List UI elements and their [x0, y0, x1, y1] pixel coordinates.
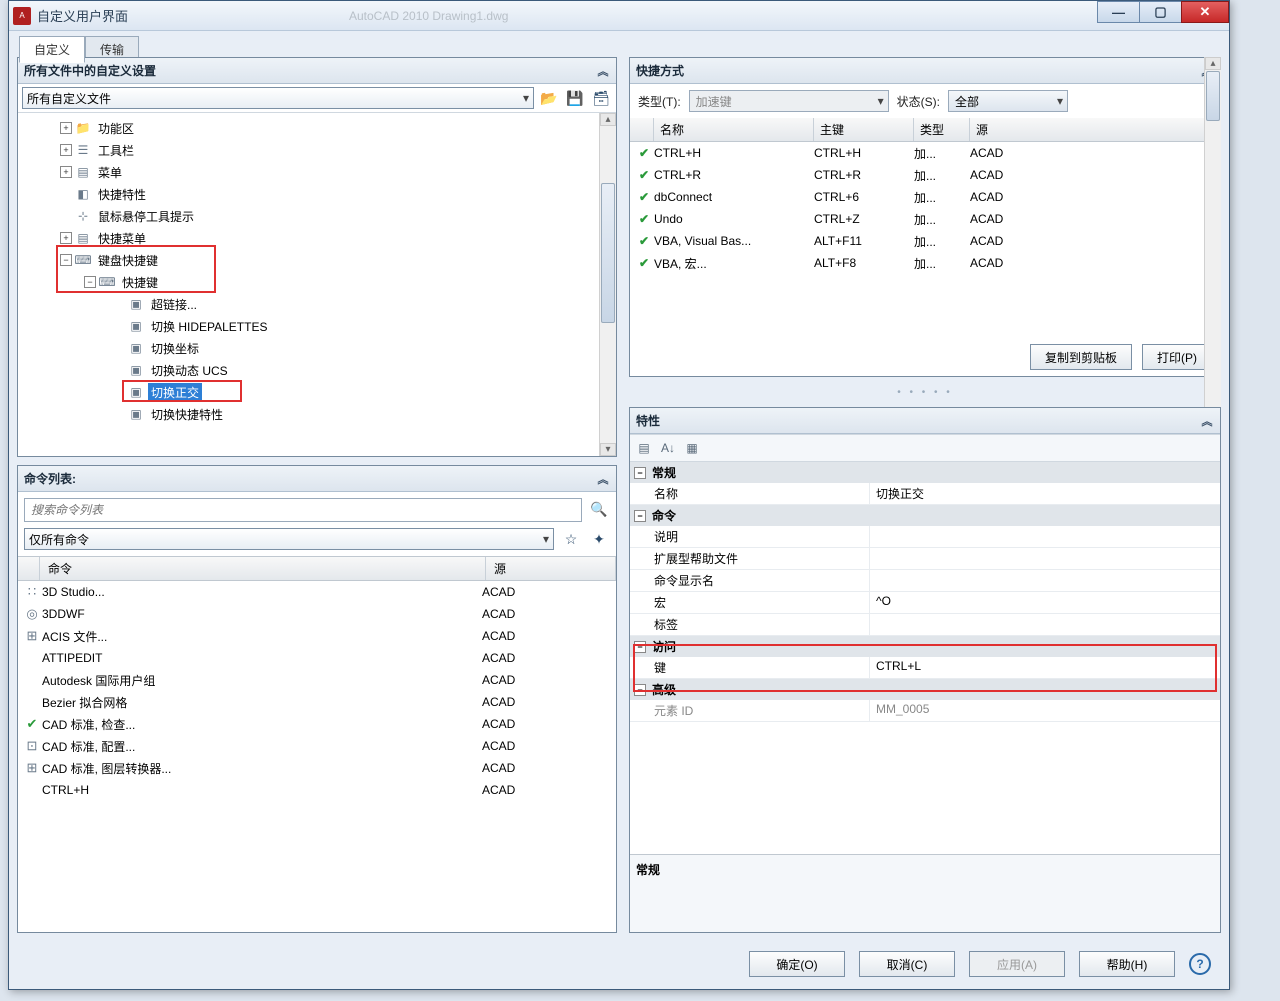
prop-tag-value[interactable] [870, 614, 1220, 635]
property-description: 常规 [630, 854, 1220, 932]
cui-file-select[interactable]: 所有自定义文件 [22, 87, 534, 109]
command-row[interactable]: ✔CAD 标准, 检查...ACAD [18, 713, 616, 735]
new-command-icon[interactable]: ✦ [588, 528, 610, 550]
command-list-panel: 命令列表: 🔍 仅所有命令 ☆ ✦ 命令 源 ∷3D Studio.. [17, 465, 617, 933]
state-label: 状态(S): [897, 93, 940, 110]
command-row[interactable]: Bezier 拟合网格ACAD [18, 691, 616, 713]
minimize-button[interactable]: — [1097, 1, 1139, 23]
prop-elemid-value: MM_0005 [870, 700, 1220, 721]
shortcuts-title: 快捷方式 [636, 62, 684, 79]
customizations-title: 所有文件中的自定义设置 [24, 62, 156, 79]
tree-node-keyboard[interactable]: 键盘快捷键 [95, 251, 161, 270]
command-row[interactable]: CTRL+HACAD [18, 779, 616, 801]
star-icon[interactable]: ☆ [560, 528, 582, 550]
shortcut-row[interactable]: ✔VBA, 宏...ALT+F8加...ACAD [630, 252, 1220, 274]
prop-key-value[interactable]: CTRL+L [870, 657, 1220, 678]
prop-name-value[interactable]: 切换正交 [870, 483, 1220, 504]
shortcut-scrollbar[interactable] [1204, 142, 1220, 338]
prop-dispname-value[interactable] [870, 570, 1220, 591]
alphabetical-icon[interactable]: A↓ [658, 438, 678, 458]
close-button[interactable]: ✕ [1181, 1, 1229, 23]
cui-dialog: A 自定义用户界面 AutoCAD 2010 Drawing1.dwg — ▢ … [8, 0, 1230, 990]
dialog-buttons: 确定(O) 取消(C) 应用(A) 帮助(H) ? [749, 951, 1211, 977]
properties-toolbar: ▤ A↓ ▦ [630, 434, 1220, 462]
help-icon[interactable]: ? [1189, 953, 1211, 975]
tree-node-toggle-ducs[interactable]: 切换动态 UCS [148, 361, 231, 380]
prop-exthelp-value[interactable] [870, 548, 1220, 569]
title-bar: A 自定义用户界面 AutoCAD 2010 Drawing1.dwg — ▢ … [9, 1, 1229, 31]
command-row[interactable]: ATTIPEDITACAD [18, 647, 616, 669]
tree-node-hidepalettes[interactable]: 切换 HIDEPALETTES [148, 317, 270, 336]
command-row[interactable]: ∷3D Studio...ACAD [18, 581, 616, 603]
collapse-icon[interactable] [596, 64, 610, 78]
shortcut-row[interactable]: ✔dbConnectCTRL+6加...ACAD [630, 186, 1220, 208]
command-row[interactable]: ⊞ACIS 文件...ACAD [18, 625, 616, 647]
tree-node-shortcut-keys[interactable]: 快捷键 [119, 273, 161, 292]
tree-node-toggle-coords[interactable]: 切换坐标 [148, 339, 202, 358]
type-label: 类型(T): [638, 93, 681, 110]
tree-node-shortcutmenu[interactable]: 快捷菜单 [95, 229, 149, 248]
property-grid[interactable]: −常规 名称切换正交 −命令 说明 扩展型帮助文件 命令显示名 宏^O 标签 −… [630, 462, 1220, 854]
categorized-icon[interactable]: ▤ [634, 438, 654, 458]
cancel-button[interactable]: 取消(C) [859, 951, 955, 977]
open-file-icon[interactable]: 📂 [538, 87, 560, 109]
shortcut-list[interactable]: ✔CTRL+HCTRL+H加...ACAD✔CTRL+RCTRL+R加...AC… [630, 142, 1220, 338]
prop-macro-value[interactable]: ^O [870, 592, 1220, 613]
property-pages-icon[interactable]: ▦ [682, 438, 702, 458]
prop-desc-value[interactable] [870, 526, 1220, 547]
tree-node-hyperlink[interactable]: 超链接... [148, 295, 200, 314]
save-all-icon[interactable]: 🗃 [590, 87, 612, 109]
command-row[interactable]: ⊞CAD 标准, 图层转换器...ACAD [18, 757, 616, 779]
state-select[interactable]: 全部 [948, 90, 1068, 112]
tree-node-menus[interactable]: 菜单 [95, 163, 125, 182]
tree-node-toggle-ortho[interactable]: 切换正交 [148, 383, 202, 402]
tree-node-quickprops[interactable]: 快捷特性 [95, 185, 149, 204]
shortcuts-panel: 快捷方式 类型(T): 加速键 状态(S): 全部 名称 主键 类型 源 [629, 57, 1221, 377]
command-list[interactable]: ∷3D Studio...ACAD◎3DDWFACAD⊞ACIS 文件...AC… [18, 581, 616, 932]
print-button[interactable]: 打印(P) [1142, 344, 1212, 370]
tree-node-ribbon[interactable]: 功能区 [95, 119, 137, 138]
save-icon[interactable]: 💾 [564, 87, 586, 109]
tree-node-toggle-qp[interactable]: 切换快捷特性 [148, 405, 226, 424]
type-select[interactable]: 加速键 [689, 90, 889, 112]
apply-button[interactable]: 应用(A) [969, 951, 1065, 977]
tree-node-toolbars[interactable]: 工具栏 [95, 141, 137, 160]
shortcut-row[interactable]: ✔UndoCTRL+Z加...ACAD [630, 208, 1220, 230]
properties-panel: 特性 ▤ A↓ ▦ −常规 名称切换正交 −命令 说明 扩展型帮助文件 命令显示… [629, 407, 1221, 933]
app-icon: A [13, 7, 31, 25]
tree-scrollbar[interactable] [599, 113, 616, 456]
collapse-icon[interactable] [1200, 414, 1214, 428]
ok-button[interactable]: 确定(O) [749, 951, 845, 977]
shortcut-list-header: 名称 主键 类型 源 [630, 118, 1220, 142]
shortcut-row[interactable]: ✔CTRL+HCTRL+H加...ACAD [630, 142, 1220, 164]
background-title: AutoCAD 2010 Drawing1.dwg [349, 9, 508, 23]
command-list-title: 命令列表: [24, 470, 76, 487]
command-row[interactable]: ⊡CAD 标准, 配置...ACAD [18, 735, 616, 757]
command-list-header: 命令 源 [18, 556, 616, 581]
command-search-input[interactable] [24, 498, 582, 522]
tree-node-rollover[interactable]: 鼠标悬停工具提示 [95, 207, 197, 226]
command-row[interactable]: Autodesk 国际用户组ACAD [18, 669, 616, 691]
cui-tree[interactable]: +📁功能区 +☰工具栏 +▤菜单 ◧快捷特性 ⊹鼠标悬停工具提示 +▤快捷菜单 … [18, 113, 616, 456]
customizations-panel: 所有文件中的自定义设置 所有自定义文件 📂 💾 🗃 +📁功能区 +☰工具栏 [17, 57, 617, 457]
search-icon[interactable]: 🔍 [588, 498, 610, 520]
collapse-icon[interactable] [596, 472, 610, 486]
properties-title: 特性 [636, 412, 660, 429]
maximize-button[interactable]: ▢ [1139, 1, 1181, 23]
help-button[interactable]: 帮助(H) [1079, 951, 1175, 977]
command-filter-select[interactable]: 仅所有命令 [24, 528, 554, 550]
window-title: 自定义用户界面 [37, 6, 128, 25]
copy-clipboard-button[interactable]: 复制到剪贴板 [1030, 344, 1132, 370]
tab-customize[interactable]: 自定义 [19, 36, 85, 63]
command-row[interactable]: ◎3DDWFACAD [18, 603, 616, 625]
splitter-grip[interactable] [629, 385, 1221, 399]
shortcut-row[interactable]: ✔CTRL+RCTRL+R加...ACAD [630, 164, 1220, 186]
shortcut-row[interactable]: ✔VBA, Visual Bas...ALT+F11加...ACAD [630, 230, 1220, 252]
